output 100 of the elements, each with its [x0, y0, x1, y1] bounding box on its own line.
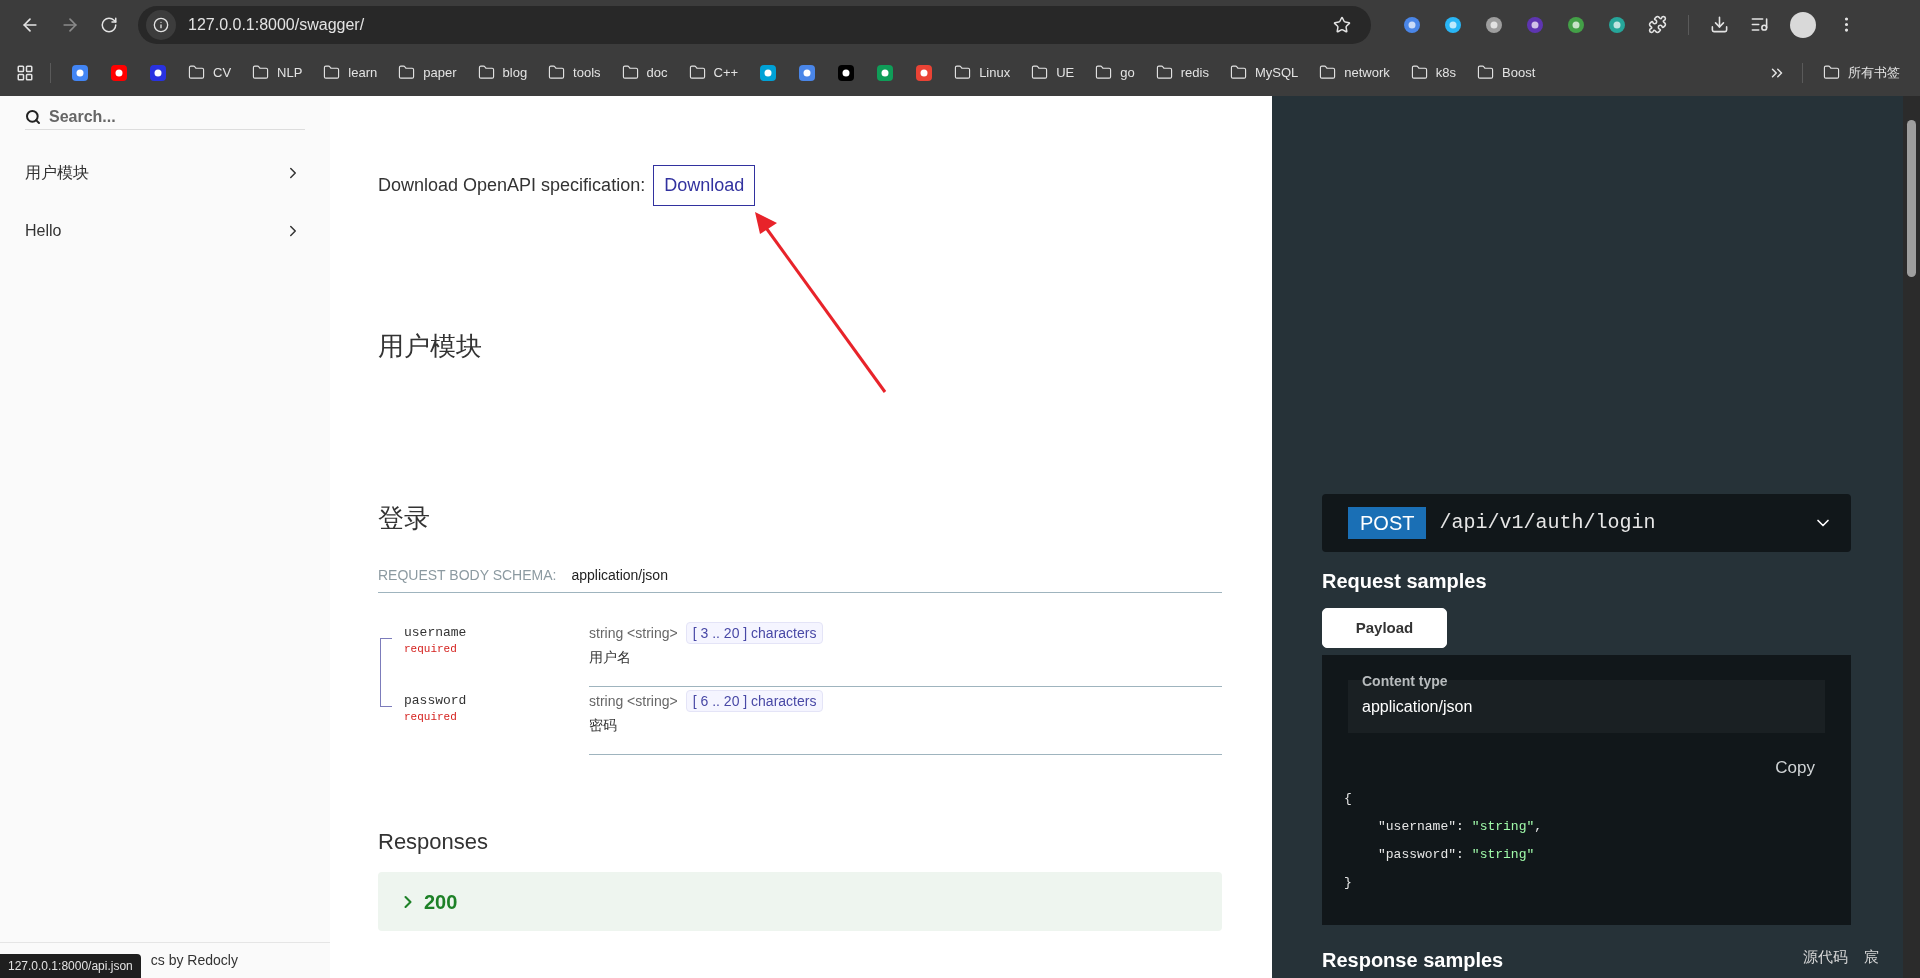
- folder-icon: [477, 64, 495, 81]
- copy-button[interactable]: Copy: [1775, 755, 1815, 781]
- folder-icon: [1477, 64, 1495, 81]
- reload-icon[interactable]: [100, 15, 118, 34]
- code-key: "password": [1378, 840, 1456, 869]
- sidebar-item[interactable]: Hello: [0, 202, 330, 260]
- response-samples-title: Response samples: [1322, 948, 1504, 973]
- extensions-icon[interactable]: [1648, 15, 1667, 34]
- responses-title: Responses: [378, 828, 490, 856]
- field-description: 密码: [589, 716, 618, 735]
- search-icon: [25, 108, 41, 125]
- site-icon[interactable]: [876, 63, 895, 82]
- search-field[interactable]: Search...: [49, 104, 305, 129]
- field-type: string <string>: [589, 623, 678, 643]
- folder-icon: [548, 64, 566, 81]
- bookmark-folder[interactable]: go: [1087, 56, 1143, 89]
- bookmark-folder[interactable]: NLP: [244, 56, 311, 89]
- code-key: "username": [1378, 812, 1456, 841]
- extension-icon[interactable]: [1566, 14, 1586, 35]
- bookmark-folder[interactable]: doc: [613, 56, 676, 89]
- folder-icon: [688, 64, 706, 81]
- bookmark-folder[interactable]: Linux: [946, 56, 1019, 89]
- bookmark-folder[interactable]: 所有书签: [1815, 62, 1908, 83]
- sample-tab[interactable]: Payload: [1322, 608, 1447, 648]
- avatar[interactable]: [1790, 11, 1816, 38]
- code-comma: ,: [1534, 817, 1543, 836]
- extension-icon[interactable]: [1525, 14, 1545, 35]
- folder-icon: [1823, 64, 1840, 81]
- request-samples-title: Request samples: [1322, 569, 1488, 594]
- site-icon[interactable]: [837, 63, 856, 82]
- extension-icon[interactable]: [1443, 14, 1463, 35]
- folder-icon: [1031, 64, 1049, 81]
- download-label: Download OpenAPI specification:: [378, 174, 646, 197]
- folder-icon: [1155, 64, 1173, 81]
- method-badge: POST: [1348, 507, 1427, 539]
- download-button[interactable]: Download: [653, 165, 756, 206]
- folder-icon: [1410, 64, 1428, 81]
- folder-icon: [252, 64, 270, 81]
- field-name: username: [404, 625, 468, 641]
- bookmark-folder[interactable]: k8s: [1402, 56, 1465, 89]
- status-tooltip: 127.0.0.1:8000/api.json: [0, 954, 141, 978]
- sidebar-item[interactable]: 用户模块: [0, 144, 330, 202]
- url-text: 127.0.0.1:8000/swagger/: [188, 14, 365, 35]
- constraint-tag: [ 6 .. 20 ] characters: [685, 690, 824, 712]
- content-type-value: application/json: [1362, 697, 1473, 717]
- folder-icon: [323, 64, 341, 81]
- address-bar[interactable]: 127.0.0.1:8000/swagger/: [138, 5, 1371, 44]
- bookmark-folder[interactable]: C++: [680, 56, 747, 89]
- site-icon[interactable]: [71, 63, 89, 82]
- bookmark-folder[interactable]: UE: [1023, 56, 1083, 89]
- site-icon[interactable]: [798, 63, 817, 82]
- folder-icon: [188, 64, 205, 81]
- star-icon[interactable]: [1333, 15, 1351, 34]
- folder-icon: [1095, 64, 1113, 81]
- code-string: "string": [1471, 817, 1535, 836]
- bookmark-folder[interactable]: CV: [180, 56, 240, 89]
- folder-icon: [1229, 64, 1247, 81]
- site-icon[interactable]: [759, 63, 778, 82]
- bookmark-folder[interactable]: redis: [1147, 56, 1217, 89]
- operation-title: 登录: [378, 502, 431, 534]
- required-label: required: [404, 642, 458, 657]
- response-row[interactable]: 200: [378, 872, 1222, 931]
- schema-label: REQUEST BODY SCHEMA:: [378, 566, 557, 585]
- field-description: 用户名: [589, 648, 632, 667]
- extension-icon[interactable]: [1484, 14, 1504, 35]
- folder-icon: [398, 64, 416, 81]
- section-title: 用户模块: [378, 330, 483, 362]
- code-brace: }: [1344, 873, 1352, 892]
- extension-icon[interactable]: [1402, 14, 1422, 35]
- content-type-label: Content type: [1362, 672, 1448, 691]
- overlay-text: 源代码: [1803, 946, 1848, 967]
- schema-type: application/json: [571, 566, 668, 585]
- endpoint-bar[interactable]: POST /api/v1/auth/login: [1322, 494, 1851, 552]
- download-icon[interactable]: [1710, 15, 1729, 34]
- site-icon[interactable]: [915, 63, 934, 82]
- bookmark-folder[interactable]: tools: [540, 56, 609, 89]
- bookmark-folder[interactable]: Boost: [1469, 56, 1544, 89]
- folder-icon: [621, 64, 639, 81]
- media-icon[interactable]: [1750, 15, 1769, 34]
- site-icon[interactable]: [149, 63, 167, 82]
- footer-text[interactable]: cs by Redocly: [150, 950, 238, 971]
- code-string: "string": [1471, 845, 1535, 864]
- site-icon[interactable]: [110, 63, 128, 82]
- code-brace: {: [1344, 789, 1352, 808]
- field-type: string <string>: [589, 691, 678, 711]
- bookmark-folder[interactable]: network: [1311, 56, 1398, 89]
- required-label: required: [404, 710, 458, 725]
- bookmark-folder[interactable]: paper: [390, 56, 465, 89]
- apps-icon[interactable]: [16, 63, 34, 82]
- folder-icon: [1319, 64, 1337, 81]
- folder-icon: [954, 64, 972, 81]
- bookmark-folder[interactable]: learn: [315, 56, 386, 89]
- bookmark-folder[interactable]: MySQL: [1221, 56, 1307, 89]
- extension-icon[interactable]: [1607, 14, 1627, 35]
- endpoint-path: /api/v1/auth/login: [1439, 510, 1656, 536]
- overlay-text: 宸: [1864, 946, 1879, 967]
- code-colon: :: [1456, 817, 1464, 836]
- info-icon[interactable]: [153, 16, 169, 33]
- bookmark-folder[interactable]: blog: [469, 56, 536, 89]
- constraint-tag: [ 3 .. 20 ] characters: [685, 622, 824, 644]
